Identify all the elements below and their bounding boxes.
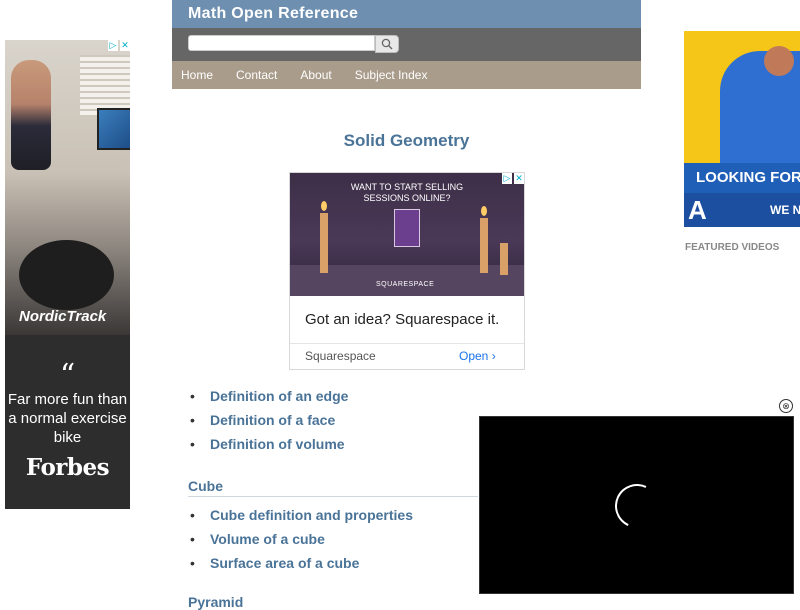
video-player[interactable] xyxy=(479,416,794,594)
middle-ad-image: WANT TO START SELLING SESSIONS ONLINE? S… xyxy=(290,173,524,296)
cube-section-heading: Cube xyxy=(188,478,478,497)
link-cube-surface-area[interactable]: Surface area of a cube xyxy=(210,555,359,571)
list-item: Definition of an edge xyxy=(190,388,349,412)
list-item: Definition of volume xyxy=(190,436,348,460)
ad-choices-icon[interactable]: ▷ xyxy=(502,173,512,184)
search-bar xyxy=(172,28,641,61)
video-close-button[interactable]: ⊗ xyxy=(779,399,793,413)
right-ad-logo-text: WE N xyxy=(770,203,800,217)
page-title: Solid Geometry xyxy=(343,131,470,150)
search-icon xyxy=(381,38,393,50)
right-ad-logo-letter: A xyxy=(688,195,707,225)
nav-contact[interactable]: Contact xyxy=(236,68,277,82)
search-button[interactable] xyxy=(375,35,399,53)
middle-ad[interactable]: WANT TO START SELLING SESSIONS ONLINE? S… xyxy=(289,172,525,370)
close-icon[interactable]: ✕ xyxy=(514,173,524,184)
site-title[interactable]: Math Open Reference xyxy=(172,0,641,28)
link-cube-volume[interactable]: Volume of a cube xyxy=(210,531,325,547)
left-ad[interactable]: NordicTrack ▷ ✕ “ Far more fun than a no… xyxy=(5,40,130,509)
open-label: Open xyxy=(459,349,489,363)
middle-ad-tagline[interactable]: Got an idea? Squarespace it. xyxy=(305,311,499,328)
link-definition-of-edge[interactable]: Definition of an edge xyxy=(210,388,348,404)
loading-spinner-icon xyxy=(608,477,666,535)
link-definition-of-face[interactable]: Definition of a face xyxy=(210,412,335,428)
link-cube-definition[interactable]: Cube definition and properties xyxy=(210,507,413,523)
squarespace-logo: SQUARESPACE xyxy=(376,281,435,288)
nordictrack-logo: NordicTrack xyxy=(19,308,107,325)
quote-mark: “ xyxy=(59,358,76,393)
candle-image xyxy=(320,213,328,273)
flame-image xyxy=(481,206,487,216)
general-links-list: Definition of an edge Definition of a fa… xyxy=(188,388,349,460)
link-definition-of-volume[interactable]: Definition of volume xyxy=(210,436,345,452)
chevron-right-icon: › xyxy=(491,349,496,363)
left-ad-photo: NordicTrack xyxy=(5,40,130,335)
list-item: Definition of a face xyxy=(190,412,348,436)
ad-choices[interactable]: ▷ ✕ xyxy=(502,173,524,184)
bike-wheel-image xyxy=(19,240,114,310)
candle-image xyxy=(480,218,488,273)
right-ad-banner: LOOKING FOR xyxy=(684,163,800,193)
list-item: Surface area of a cube xyxy=(190,555,413,579)
candle-image xyxy=(500,243,508,275)
flame-image xyxy=(321,201,327,211)
divider xyxy=(290,343,524,344)
list-item: Cube definition and properties xyxy=(190,507,413,531)
person-image xyxy=(11,60,51,170)
close-icon[interactable]: ✕ xyxy=(120,40,130,51)
ad-choices-icon[interactable]: ▷ xyxy=(108,40,118,51)
search-input[interactable] xyxy=(188,35,375,51)
nav-home[interactable]: Home xyxy=(181,68,213,82)
site-header: Math Open Reference Home Contact About S… xyxy=(172,0,641,89)
nav-about[interactable]: About xyxy=(300,68,331,82)
window-image xyxy=(80,55,130,115)
featured-videos-label: FEATURED VIDEOS xyxy=(685,242,780,253)
pyramid-section-heading: Pyramid xyxy=(188,594,244,610)
left-ad-text: Far more fun than a normal exercise bike xyxy=(7,391,128,446)
nav-bar: Home Contact About Subject Index xyxy=(172,61,641,89)
ad-choices[interactable]: ▷ ✕ xyxy=(108,40,130,51)
middle-ad-headline: WANT TO START SELLING SESSIONS ONLINE? xyxy=(350,182,464,203)
middle-ad-open-button[interactable]: Open › xyxy=(459,349,496,363)
right-ad-head-image xyxy=(764,46,794,76)
cube-links-list: Cube definition and properties Volume of… xyxy=(188,507,413,579)
tarot-card-image xyxy=(394,209,420,247)
right-ad[interactable]: LOOKING FOR A WE N xyxy=(684,31,800,227)
bike-screen-image xyxy=(97,108,130,150)
middle-ad-advertiser[interactable]: Squarespace xyxy=(305,349,376,363)
nav-subject-index[interactable]: Subject Index xyxy=(355,68,428,82)
forbes-logo: Forbes xyxy=(25,454,110,481)
list-item: Volume of a cube xyxy=(190,531,413,555)
right-ad-logo: A WE N xyxy=(684,193,800,227)
